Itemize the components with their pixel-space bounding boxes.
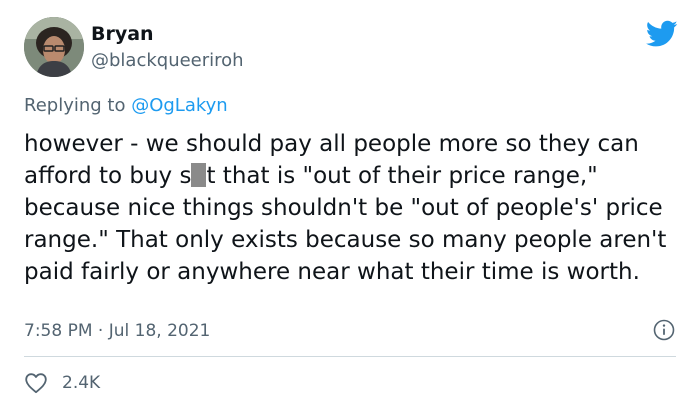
avatar[interactable] bbox=[24, 17, 84, 77]
heart-icon bbox=[24, 372, 48, 394]
twitter-bird-icon[interactable] bbox=[646, 20, 678, 48]
author-handle[interactable]: @blackqueeriroh bbox=[91, 50, 244, 72]
tweet-timestamp[interactable]: 7:58 PM · Jul 18, 2021 bbox=[24, 320, 210, 342]
tweet-text: however - we should pay all people more … bbox=[24, 128, 679, 288]
like-count: 2.4K bbox=[62, 373, 101, 393]
info-icon[interactable] bbox=[653, 319, 675, 341]
censor-block bbox=[191, 163, 207, 187]
replying-to-label: Replying to bbox=[24, 95, 132, 116]
author-display-name[interactable]: Bryan bbox=[91, 22, 154, 46]
divider bbox=[24, 356, 676, 357]
reply-mention-link[interactable]: @OgLakyn bbox=[131, 95, 228, 116]
replying-to-line: Replying to @OgLakyn bbox=[24, 94, 228, 118]
like-button[interactable]: 2.4K bbox=[24, 371, 100, 395]
